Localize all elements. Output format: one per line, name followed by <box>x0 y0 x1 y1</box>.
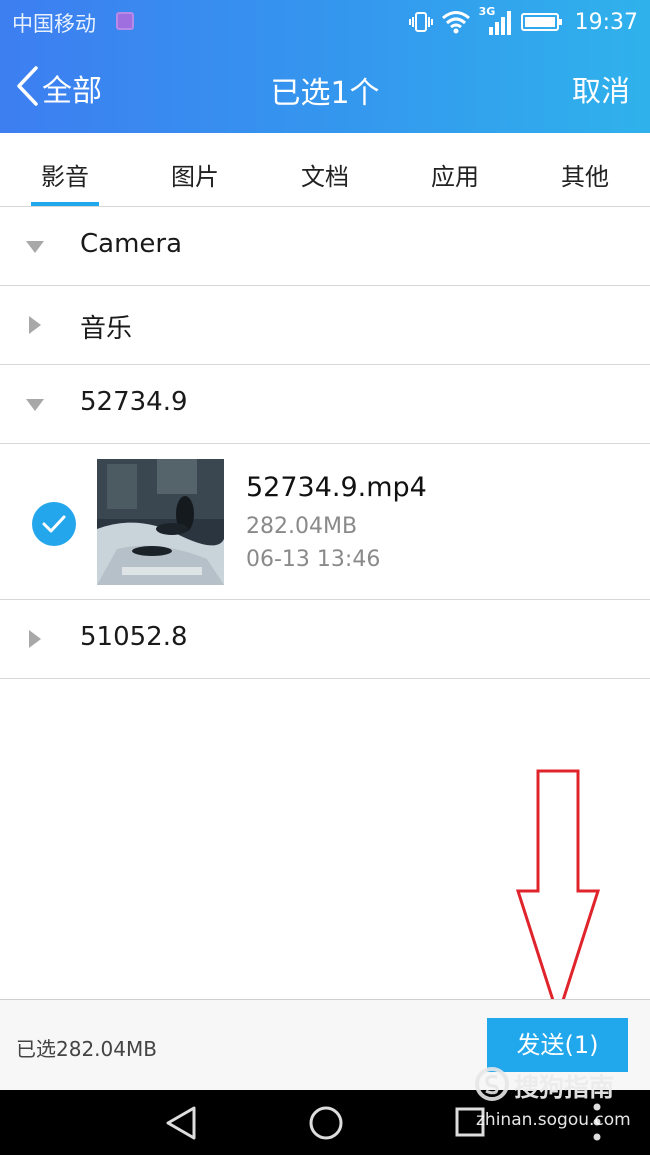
watermark-url: zhinan.sogou.com <box>476 1110 631 1130</box>
file-name: 52734.9.mp4 <box>246 472 427 503</box>
cancel-button[interactable]: 取消 <box>572 68 630 110</box>
tab-label: 文档 <box>301 163 349 191</box>
triangle-down-icon <box>26 397 44 416</box>
folder-label: 音乐 <box>80 314 133 344</box>
send-button[interactable]: 发送(1) <box>487 1018 628 1072</box>
triangle-right-icon <box>28 316 42 338</box>
triangle-right-icon <box>28 630 42 652</box>
app-header: 中国移动 3G 19:37 全部 已选1个 取消 <box>0 0 650 133</box>
selected-size-label: 已选282.04MB <box>16 1037 157 1061</box>
tab-label: 图片 <box>171 163 219 191</box>
tab-label: 其他 <box>561 163 609 191</box>
status-bar: 中国移动 3G 19:37 <box>0 0 650 44</box>
category-tabs: 影音 图片 文档 应用 其他 <box>0 133 650 207</box>
tab-label: 影音 <box>41 163 89 191</box>
vibrate-icon <box>408 11 433 33</box>
file-date: 06-13 13:46 <box>246 547 381 572</box>
folder-group-camera[interactable]: Camera <box>0 207 650 286</box>
signal-icon: 3G <box>479 5 513 37</box>
tab-media[interactable]: 影音 <box>0 133 130 206</box>
triangle-down-icon <box>26 239 44 258</box>
folder-group-51052[interactable]: 51052.8 <box>0 600 650 679</box>
carrier-name: 中国移动 <box>12 12 96 36</box>
nav-home-button[interactable] <box>308 1105 344 1145</box>
title-bar: 全部 已选1个 取消 <box>0 44 650 133</box>
tab-apps[interactable]: 应用 <box>390 133 520 206</box>
folder-label: Camera <box>80 229 183 259</box>
tab-documents[interactable]: 文档 <box>260 133 390 206</box>
battery-icon <box>520 11 563 33</box>
folder-group-music[interactable]: 音乐 <box>0 286 650 365</box>
page-title: 已选1个 <box>270 76 380 111</box>
folder-label: 51052.8 <box>80 622 188 652</box>
watermark-brand: 搜狗指南 <box>514 1073 615 1102</box>
file-item[interactable]: 52734.9.mp4 282.04MB 06-13 13:46 <box>0 444 650 600</box>
tab-other[interactable]: 其他 <box>520 133 650 206</box>
video-thumbnail <box>97 459 224 585</box>
check-circle-icon[interactable] <box>32 502 76 546</box>
clock: 19:37 <box>574 9 638 35</box>
wifi-icon <box>441 10 471 34</box>
status-icons: 3G 19:37 <box>408 5 638 38</box>
sim-notification-icon <box>116 12 134 30</box>
tab-images[interactable]: 图片 <box>130 133 260 206</box>
folder-label: 52734.9 <box>80 387 188 417</box>
nav-back-button[interactable] <box>164 1105 198 1145</box>
tab-label: 应用 <box>431 163 479 191</box>
watermark-logo-icon <box>474 1066 510 1106</box>
file-size: 282.04MB <box>246 514 358 539</box>
folder-group-52734[interactable]: 52734.9 <box>0 365 650 444</box>
annotation-arrow <box>510 768 610 1026</box>
file-list: Camera 音乐 52734.9 52734.9.mp4 282.04MB 0… <box>0 207 650 679</box>
active-tab-indicator <box>31 202 99 206</box>
